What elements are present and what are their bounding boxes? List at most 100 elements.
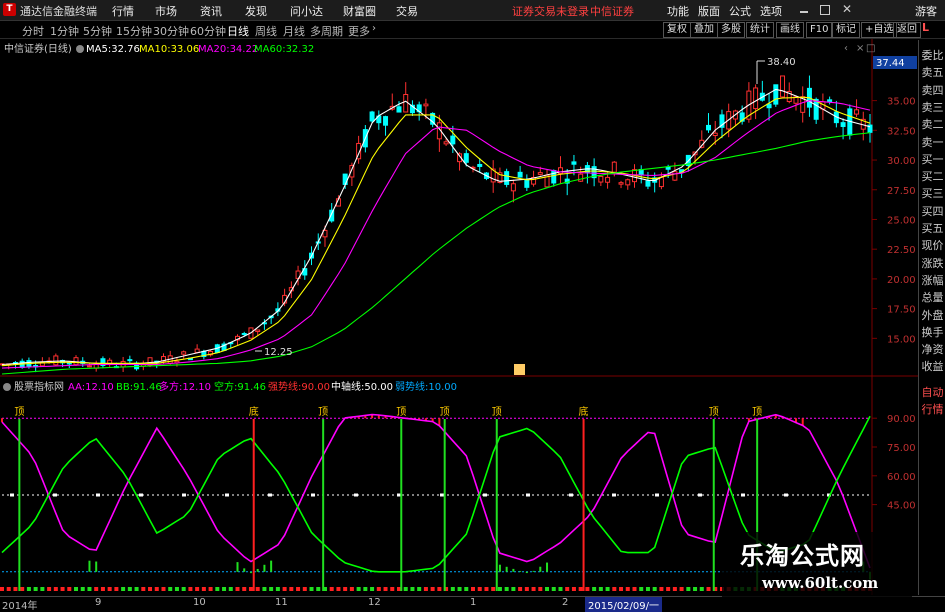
close-panel-icon[interactable]: × — [856, 43, 864, 54]
tab-1min[interactable]: 1分钟 — [50, 23, 79, 39]
aa-legend-label: AA: — [68, 382, 85, 393]
menu-layout[interactable]: 版面 — [698, 3, 720, 19]
tab-multi-period[interactable]: 多周期 — [310, 23, 343, 39]
strip-bar — [282, 587, 287, 591]
price-tick-label: 30.00 — [887, 156, 916, 167]
strong-line-legend-label: 强势线: — [268, 380, 301, 393]
tab-5min[interactable]: 5分钟 — [83, 23, 112, 39]
chevron-icon[interactable]: ‹ — [844, 43, 848, 54]
menu-discover[interactable]: 发现 — [245, 3, 267, 19]
adjust-button[interactable]: 复权 — [663, 22, 691, 38]
quote-field-6[interactable]: 买一 — [920, 152, 945, 168]
title-bar: T 通达信金融终端 行情 市场 资讯 发现 问小达 财富圈 交易 证券交易未登录… — [0, 0, 945, 21]
quote-field-5[interactable]: 卖一 — [920, 135, 945, 151]
mid-line-dot — [268, 493, 272, 497]
event-marker-icon[interactable] — [514, 364, 525, 375]
tab-weekly[interactable]: 周线 — [255, 23, 277, 39]
quote-field-4[interactable]: 卖二 — [920, 117, 945, 133]
tab-60min[interactable]: 60分钟 — [190, 23, 226, 39]
menu-wealth-circle[interactable]: 财富圈 — [343, 3, 376, 19]
quote-field-10[interactable]: 买五 — [920, 221, 945, 237]
tab-more[interactable]: 更多 — [348, 23, 370, 39]
tab-monthly[interactable]: 月线 — [283, 23, 305, 39]
strip-bar — [67, 587, 72, 591]
quote-field-15[interactable]: 外盘 — [920, 308, 945, 324]
tab-30min[interactable]: 30分钟 — [153, 23, 189, 39]
price-tick-label: 35.00 — [887, 97, 916, 108]
menu-functions[interactable]: 功能 — [667, 3, 689, 19]
panel-settings-icon[interactable] — [76, 45, 84, 53]
tab-daily[interactable]: 日线 — [227, 23, 249, 39]
chart-area[interactable]: 中信证券(日线) MA5:32.76 MA10:33.06 MA20:34.22… — [0, 39, 918, 595]
quote-field-0[interactable]: 委比 — [920, 48, 945, 64]
strip-bar — [619, 587, 624, 591]
strip-bar — [450, 587, 455, 591]
quote-field-3[interactable]: 卖三 — [920, 100, 945, 116]
candle-body — [658, 176, 664, 188]
right-quote-panel: L 委比 卖五 卖四 卖三 卖二 卖一 买一 买二 买三 买四 买五 现价 涨跌 涨幅 总量 外盘 换手 净资 收益… — [918, 21, 945, 595]
menu-market[interactable]: 市场 — [155, 3, 177, 19]
strip-bar — [141, 587, 146, 591]
mid-line-dot — [10, 493, 14, 497]
back-button[interactable]: 返回 — [893, 22, 921, 38]
strip-bar — [423, 587, 428, 591]
candle-body — [598, 175, 604, 183]
quote-field-12[interactable]: 涨跌 — [920, 256, 945, 272]
tab-15min[interactable]: 15分钟 — [116, 23, 152, 39]
menu-market-quotes[interactable]: 行情 — [112, 3, 134, 19]
maximize-icon[interactable] — [820, 5, 830, 15]
candle-body — [827, 99, 833, 103]
f10-button[interactable]: F10 — [806, 22, 833, 38]
indicator-name: 股票指标网 — [14, 380, 64, 393]
multi-stock-button[interactable]: 多股 — [717, 22, 745, 38]
menu-trade[interactable]: 交易 — [396, 3, 418, 19]
quote-field-17[interactable]: 净资 — [920, 342, 945, 358]
strip-bar — [127, 587, 132, 591]
price-tick-label: 17.50 — [887, 305, 916, 316]
statistics-button[interactable]: 统计 — [746, 22, 774, 38]
top-signal-label: 顶 — [14, 406, 24, 418]
date-label-dec: 12 — [368, 597, 381, 608]
overlay-button[interactable]: 叠加 — [690, 22, 718, 38]
strip-bar — [40, 587, 45, 591]
candle-body — [537, 172, 543, 175]
draw-line-button[interactable]: 画线 — [776, 22, 804, 38]
strip-bar — [403, 587, 408, 591]
close-icon[interactable]: ✕ — [842, 2, 852, 16]
strip-bar — [275, 587, 280, 591]
menu-formula[interactable]: 公式 — [729, 3, 751, 19]
candle-body — [396, 106, 402, 113]
minimize-icon[interactable] — [800, 11, 808, 13]
indicator-settings-icon[interactable] — [3, 383, 11, 391]
quote-field-1[interactable]: 卖五 — [920, 65, 945, 81]
more-chevron-icon[interactable]: › — [372, 23, 376, 34]
quote-field-8[interactable]: 买三 — [920, 186, 945, 202]
strip-bar — [477, 587, 482, 591]
auto-quote-button-line1[interactable]: 自动 — [920, 385, 945, 401]
quote-field-2[interactable]: 卖四 — [920, 83, 945, 99]
menu-news[interactable]: 资讯 — [200, 3, 222, 19]
aa-legend-value: 12.10 — [85, 382, 114, 393]
quote-field-11[interactable]: 现价 — [920, 238, 945, 254]
quote-field-7[interactable]: 买二 — [920, 169, 945, 185]
ma60-legend-value: 32.32 — [286, 44, 315, 55]
period-toolbar: 分时 1分钟 5分钟 15分钟 30分钟 60分钟 日线 周线 月线 多周期 更… — [0, 21, 945, 39]
mark-button[interactable]: 标记 — [832, 22, 860, 38]
maximize-panel-icon[interactable]: □ — [866, 43, 875, 54]
menu-options[interactable]: 选项 — [760, 3, 782, 19]
menu-wenxiaoda[interactable]: 问小达 — [290, 3, 323, 19]
strip-bar — [13, 587, 18, 591]
add-watchlist-button[interactable]: +自选 — [861, 22, 898, 38]
strip-bar — [296, 587, 301, 591]
watermark: 乐淘公式网 www.60lt.com — [722, 532, 912, 598]
quote-field-13[interactable]: 涨幅 — [920, 273, 945, 289]
quote-field-14[interactable]: 总量 — [920, 290, 945, 306]
tab-timeshare[interactable]: 分时 — [22, 23, 44, 39]
auto-quote-button-line2[interactable]: 行情 — [920, 402, 945, 418]
quote-field-9[interactable]: 买四 — [920, 204, 945, 220]
login-status[interactable]: 证券交易未登录 — [512, 3, 589, 19]
quote-field-18[interactable]: 收益 — [920, 359, 945, 375]
strip-bar — [666, 587, 671, 591]
quote-field-16[interactable]: 换手 — [920, 325, 945, 341]
guest-label[interactable]: 游客 — [915, 3, 937, 19]
